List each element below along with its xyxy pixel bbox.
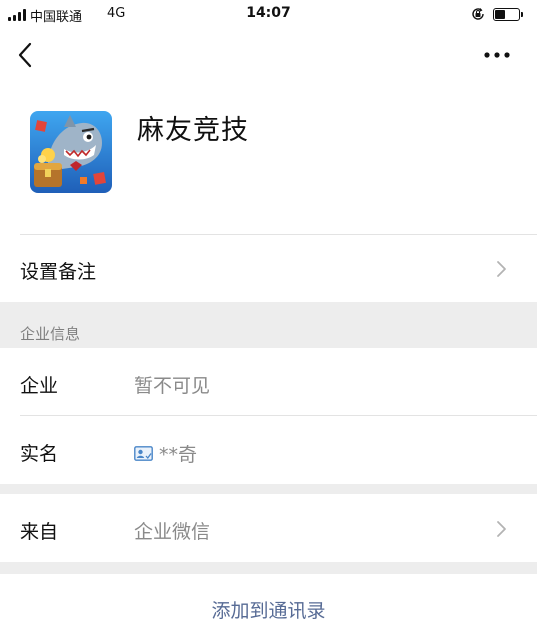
set-remark-label: 设置备注	[20, 261, 97, 283]
avatar[interactable]	[30, 111, 112, 193]
company-label: 企业	[20, 375, 59, 397]
ellipsis-icon	[484, 52, 510, 58]
orientation-lock-icon	[472, 8, 484, 20]
status-bar: 中国联通 4G 14:07	[0, 0, 537, 30]
id-card-icon	[134, 446, 153, 461]
company-info-header: 企业信息	[0, 302, 537, 348]
source-value: 企业微信	[134, 521, 211, 543]
battery-level	[495, 10, 505, 19]
chevron-right-icon	[497, 521, 506, 537]
source-row[interactable]: 来自 企业微信	[0, 494, 537, 562]
real-name-row: 实名 **奇	[0, 416, 537, 484]
divider	[20, 234, 537, 235]
chevron-right-icon	[497, 261, 506, 277]
back-button[interactable]	[12, 40, 42, 70]
more-options-button[interactable]	[480, 44, 514, 66]
profile-header: 麻友竞技	[0, 82, 537, 234]
battery-icon	[493, 8, 520, 21]
section-title: 企业信息	[20, 325, 81, 343]
company-row: 企业 暂不可见	[0, 348, 537, 416]
contact-profile-screen: 中国联通 4G 14:07 麻友竞技 设置备注 企业信息 企业 暂不可见 实名 …	[0, 0, 537, 642]
add-to-contacts-label: 添加到通讯录	[211, 600, 326, 622]
real-name-label: 实名	[20, 443, 59, 465]
navigation-bar	[0, 30, 537, 82]
game-avatar-icon	[30, 111, 112, 193]
add-to-contacts-button[interactable]: 添加到通讯录	[0, 574, 537, 642]
contact-name: 麻友竞技	[137, 115, 249, 146]
source-label: 来自	[20, 521, 59, 543]
company-value: 暂不可见	[134, 375, 211, 397]
battery-tip	[521, 12, 523, 17]
real-name-value: **奇	[159, 444, 198, 466]
set-remark-row[interactable]: 设置备注	[0, 234, 537, 302]
chevron-left-icon	[18, 42, 32, 68]
status-time: 14:07	[246, 5, 291, 21]
real-name-value-group: **奇	[134, 440, 197, 467]
